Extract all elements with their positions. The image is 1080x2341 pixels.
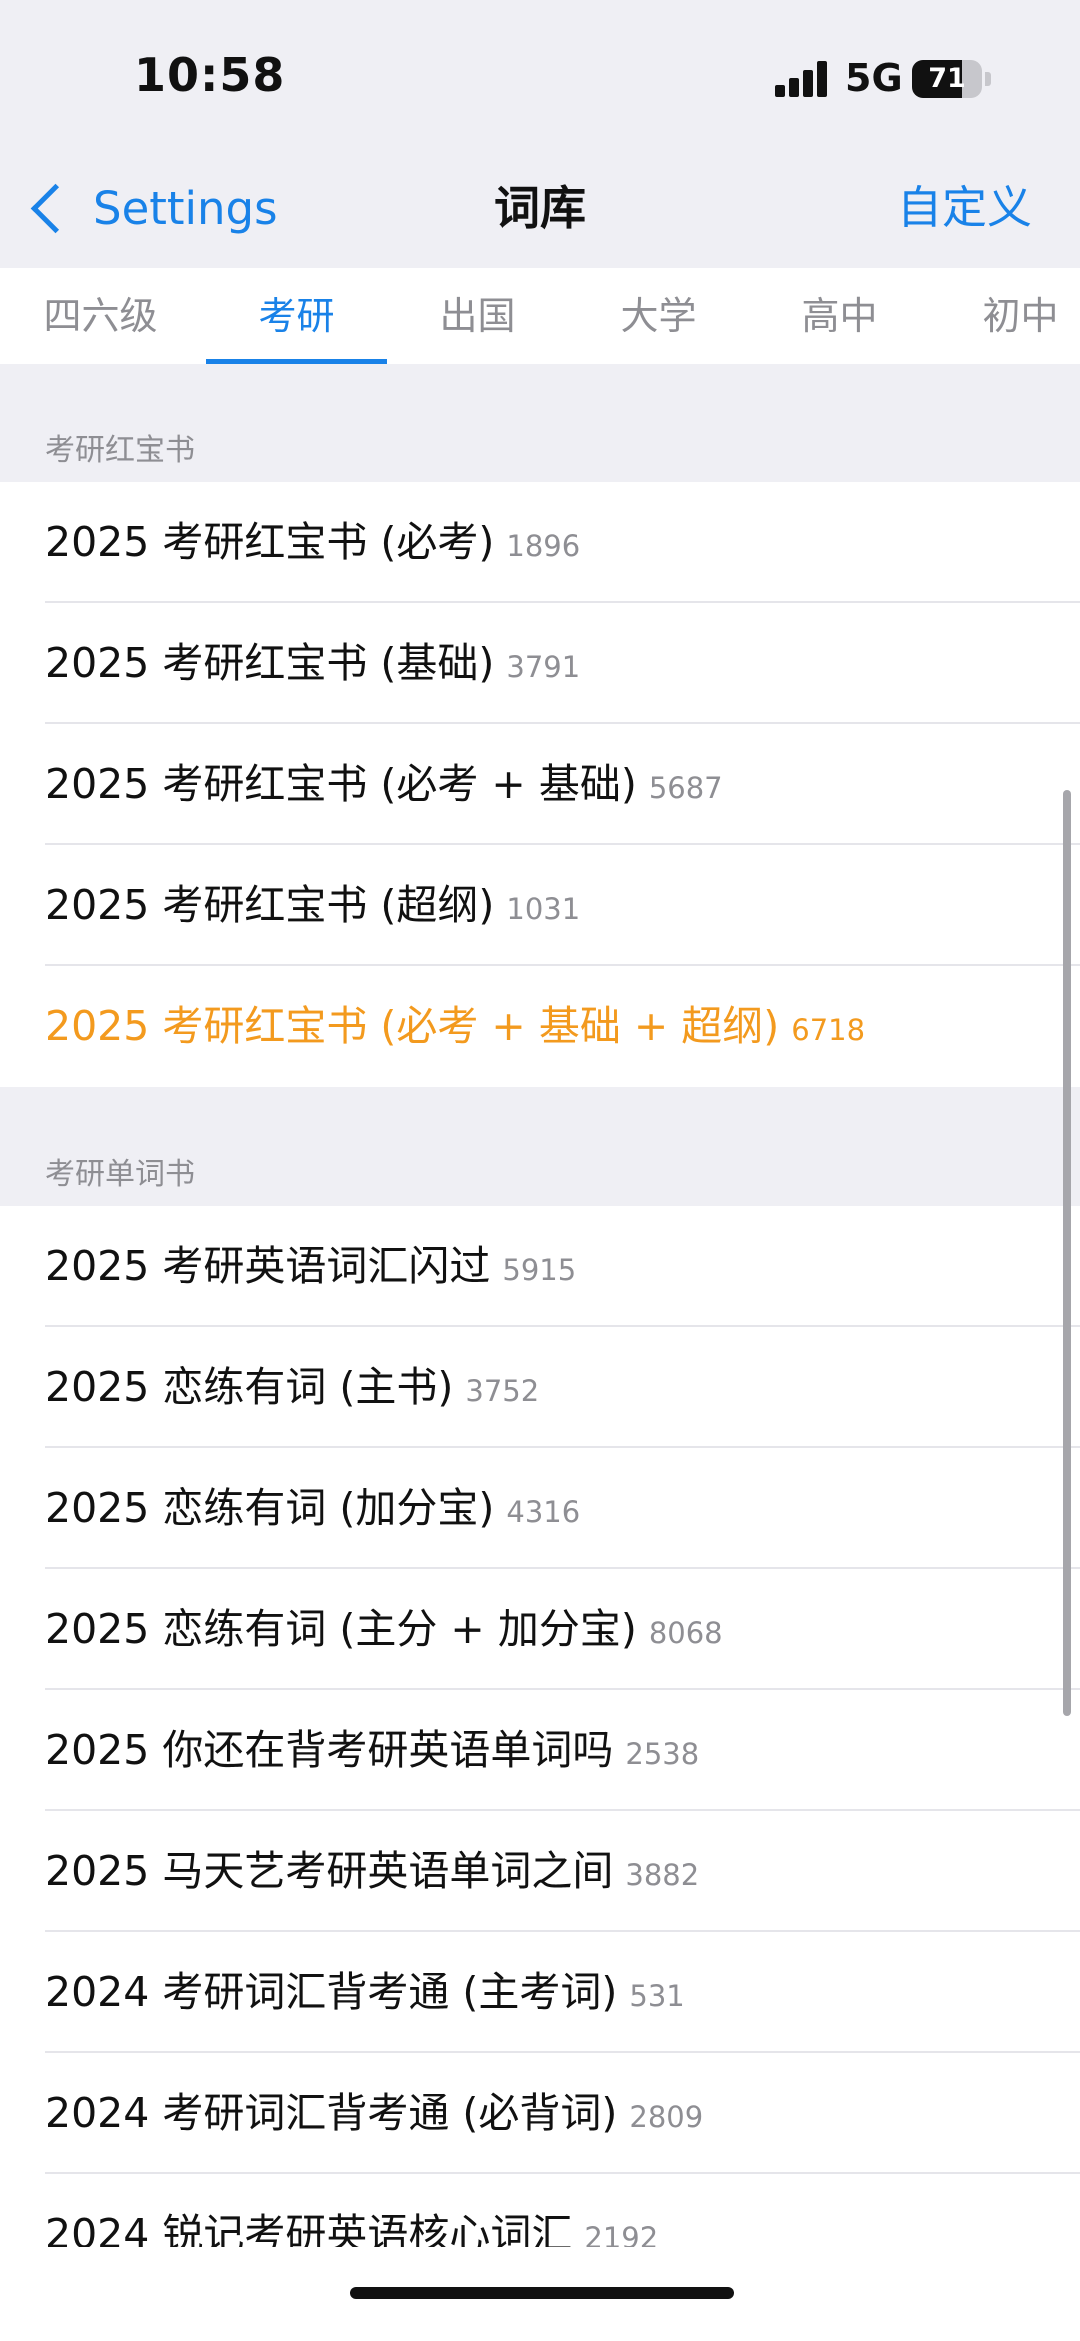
item-count: 8068: [648, 1616, 723, 1650]
item-name: 2024 考研词汇背考通 (主考词): [45, 1968, 618, 2016]
section-title: 考研单词书: [45, 1157, 195, 1192]
item-count: 1031: [506, 892, 581, 926]
network-type: 5G: [845, 56, 903, 100]
list-item[interactable]: 2025 考研红宝书 (超纲) 1031: [0, 845, 1080, 966]
list-item[interactable]: 2025 恋练有词 (主分 + 加分宝) 8068: [0, 1569, 1080, 1690]
list-item[interactable]: 2024 考研词汇背考通 (主考词) 531: [0, 1932, 1080, 2053]
item-name: 2025 考研红宝书 (必考 + 基础 + 超纲): [45, 1002, 780, 1050]
list-item[interactable]: 2024 考研词汇背考通 (必背词) 2809: [0, 2053, 1080, 2174]
list-item[interactable]: 2025 恋练有词 (加分宝) 4316: [0, 1448, 1080, 1569]
scrollbar[interactable]: [1063, 790, 1071, 1716]
item-count: 5687: [648, 771, 723, 805]
list-item[interactable]: 2025 考研红宝书 (基础) 3791: [0, 603, 1080, 724]
tab-kaoyan[interactable]: 考研: [206, 268, 387, 364]
item-name: 2025 你还在背考研英语单词吗: [45, 1726, 614, 1774]
cellular-signal-icon: [775, 61, 829, 97]
battery-percent: 71: [928, 63, 966, 94]
item-name: 2025 马天艺考研英语单词之间: [45, 1847, 614, 1895]
status-bar: 10:58 5G 71: [0, 0, 1080, 150]
battery-icon: 71: [912, 60, 982, 98]
list-item[interactable]: 2025 考研英语词汇闪过 5915: [0, 1206, 1080, 1327]
item-count: 4316: [506, 1495, 581, 1529]
item-name: 2025 恋练有词 (加分宝): [45, 1484, 495, 1532]
item-name: 2024 考研词汇背考通 (必背词): [45, 2089, 618, 2137]
back-label: Settings: [93, 181, 278, 235]
item-count: 3882: [625, 1858, 700, 1892]
list-item[interactable]: 2025 考研红宝书 (必考) 1896: [0, 482, 1080, 603]
item-count: 2538: [625, 1737, 700, 1771]
item-count: 6718: [791, 1013, 866, 1047]
list-item[interactable]: 2025 恋练有词 (主书) 3752: [0, 1327, 1080, 1448]
section-header: 考研红宝书: [0, 364, 1080, 482]
custom-button[interactable]: 自定义: [897, 178, 1032, 238]
list-item[interactable]: 2025 马天艺考研英语单词之间 3882: [0, 1811, 1080, 1932]
item-name: 2025 考研英语词汇闪过: [45, 1242, 491, 1290]
item-name: 2025 恋练有词 (主分 + 加分宝): [45, 1605, 637, 1653]
page-title: 词库: [494, 181, 586, 235]
list-item[interactable]: 2025 考研红宝书 (必考 + 基础) 5687: [0, 724, 1080, 845]
tab-cet[interactable]: 四六级: [10, 268, 191, 364]
item-name: 2025 考研红宝书 (超纲): [45, 881, 495, 929]
home-indicator[interactable]: [350, 2287, 734, 2299]
tab-university[interactable]: 大学: [568, 268, 749, 364]
tab-high-school[interactable]: 高中: [749, 268, 930, 364]
list-item-selected[interactable]: 2025 考研红宝书 (必考 + 基础 + 超纲) 6718: [0, 966, 1080, 1087]
item-count: 3791: [506, 650, 581, 684]
tab-abroad[interactable]: 出国: [387, 268, 568, 364]
item-count: 1896: [506, 529, 581, 563]
item-count: 5915: [502, 1253, 577, 1287]
back-button[interactable]: Settings: [24, 178, 278, 238]
category-tabs: 四六级 考研 出国 大学 高中 初中: [0, 268, 1080, 364]
item-count: 3752: [465, 1374, 540, 1408]
tab-middle-school[interactable]: 初中: [930, 268, 1080, 364]
item-name: 2025 考研红宝书 (基础): [45, 639, 495, 687]
battery-cap: [985, 72, 991, 86]
item-name: 2025 考研红宝书 (必考 + 基础): [45, 760, 637, 808]
home-bar: [0, 2247, 1080, 2341]
item-name: 2025 恋练有词 (主书): [45, 1363, 454, 1411]
status-time: 10:58: [134, 48, 286, 102]
item-count: 2809: [629, 2100, 704, 2134]
item-name: 2025 考研红宝书 (必考): [45, 518, 495, 566]
section-header: 考研单词书: [0, 1087, 1080, 1206]
section-title: 考研红宝书: [45, 433, 195, 468]
chevron-left-icon: [30, 183, 81, 233]
list-item[interactable]: 2025 你还在背考研英语单词吗 2538: [0, 1690, 1080, 1811]
item-count: 531: [629, 1979, 685, 2013]
